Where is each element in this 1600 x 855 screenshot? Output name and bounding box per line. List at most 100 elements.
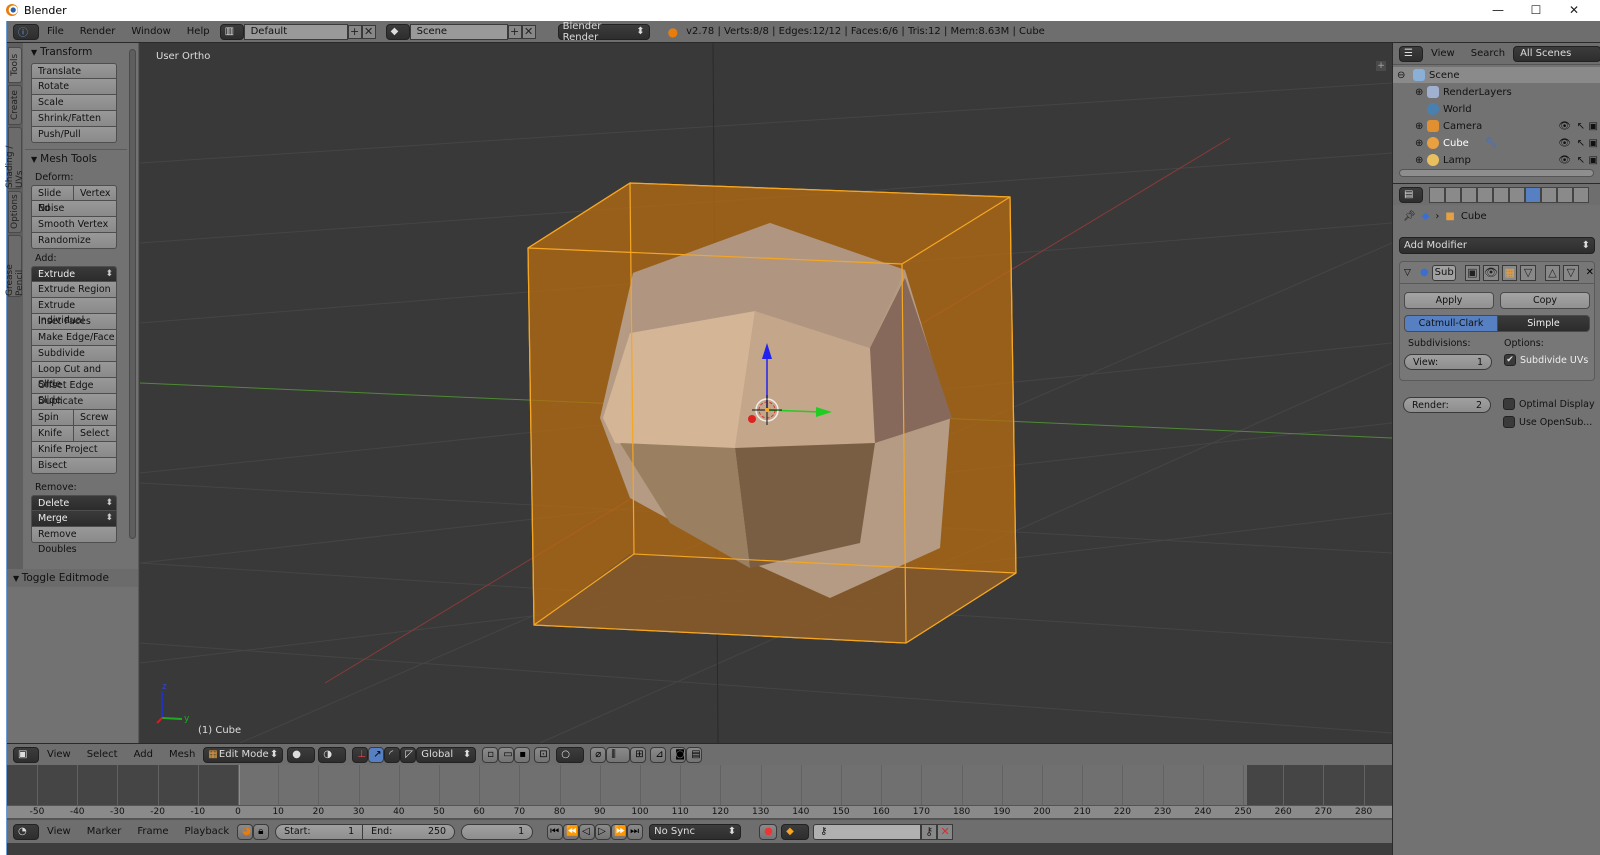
transform-orientation-dropdown[interactable]: Global ⬍ bbox=[416, 746, 477, 763]
copy-button[interactable]: Copy bbox=[1500, 292, 1590, 309]
extrude-region-button[interactable]: Extrude Region bbox=[31, 282, 117, 298]
world-tab-icon[interactable] bbox=[1477, 186, 1493, 203]
visibility-eye-icon[interactable]: 👁︎ bbox=[1558, 155, 1571, 166]
bisect-button[interactable]: Bisect bbox=[31, 458, 117, 474]
remove-doubles-button[interactable]: Remove Doubles bbox=[31, 527, 117, 555]
spin-button[interactable]: Spin bbox=[31, 410, 74, 426]
menu-view[interactable]: View bbox=[39, 749, 79, 760]
shading-dropdown[interactable]: ● bbox=[287, 746, 316, 763]
apply-button[interactable]: Apply bbox=[1404, 292, 1494, 309]
expand-icon[interactable]: ⊕ bbox=[1415, 138, 1425, 149]
collapse-icon[interactable]: ⊖ bbox=[1397, 70, 1407, 81]
add-layout-button[interactable]: + bbox=[347, 24, 362, 39]
add-modifier-dropdown[interactable]: Add Modifier ⬍ bbox=[1399, 237, 1595, 254]
outliner-item-cube[interactable]: ⊕ Cube 🔧︎ 👁︎ ↖ ▣ bbox=[1393, 135, 1600, 151]
editor-type-properties-button[interactable]: ▤ bbox=[1399, 186, 1423, 203]
menu-add[interactable]: Add bbox=[126, 749, 161, 760]
proportional-editing-dropdown[interactable]: ○ bbox=[556, 746, 585, 763]
menu-render[interactable]: Render bbox=[72, 26, 124, 37]
translate-button[interactable]: Translate bbox=[31, 63, 117, 79]
modifiers-tab-icon[interactable] bbox=[1525, 186, 1541, 203]
snap-element-dropdown[interactable]: ⫼ bbox=[606, 746, 631, 763]
selectable-cursor-icon[interactable]: ↖ bbox=[1577, 138, 1585, 149]
duplicate-button[interactable]: Duplicate bbox=[31, 394, 117, 410]
subdivide-uvs-checkbox[interactable]: ✔ Subdivide UVs bbox=[1504, 354, 1588, 366]
menu-playback[interactable]: Playback bbox=[176, 826, 237, 837]
menu-select[interactable]: Select bbox=[79, 749, 126, 760]
end-frame-field[interactable]: End: 250 bbox=[363, 823, 456, 840]
view-levels-field[interactable]: View: 1 bbox=[1404, 354, 1492, 370]
menu-timeline-view[interactable]: View bbox=[39, 826, 79, 837]
lock-frame-selection-toggle[interactable]: 🔒︎ bbox=[253, 823, 270, 840]
modifier-collapse-icon[interactable]: ▽ bbox=[1404, 268, 1411, 278]
outliner-item-camera[interactable]: ⊕ Camera 👁︎ ↖ ▣ bbox=[1393, 118, 1600, 134]
shrink-fatten-button[interactable]: Shrink/Fatten bbox=[31, 111, 117, 127]
outliner-horizontal-scrollbar[interactable] bbox=[1399, 169, 1594, 177]
mode-dropdown[interactable]: ▦ Edit Mode ⬍ bbox=[203, 746, 284, 763]
timeline-ruler[interactable]: -50 -40 -30 -20 -10 0 10 20 30 40 50 60 70 80 90 100 110… bbox=[7, 805, 1392, 819]
merge-dropdown[interactable]: Merge bbox=[31, 511, 117, 527]
realtime-toggle-icon[interactable]: 👁︎ bbox=[1483, 264, 1500, 281]
slide-edge-button[interactable]: Slide Ed bbox=[31, 185, 74, 214]
screw-button[interactable]: Screw bbox=[74, 410, 117, 426]
randomize-button[interactable]: Randomize bbox=[31, 233, 117, 249]
delete-scene-button[interactable]: ✕ bbox=[521, 24, 536, 39]
render-layers-tab-icon[interactable] bbox=[1445, 186, 1461, 203]
menu-frame[interactable]: Frame bbox=[129, 826, 176, 837]
jump-to-keyframe-prev-button[interactable]: ⏪ bbox=[563, 823, 580, 840]
delete-dropdown[interactable]: Delete bbox=[31, 495, 117, 511]
pivot-dropdown[interactable]: ◑ bbox=[318, 746, 347, 763]
face-select-mode[interactable]: ▪ bbox=[514, 746, 531, 763]
outliner-item-scene[interactable]: ⊖ Scene bbox=[1393, 67, 1600, 83]
object-tab-icon[interactable] bbox=[1493, 186, 1509, 203]
manipulator-toggle[interactable]: ⊥ bbox=[352, 746, 369, 763]
scene-selector-button[interactable]: ◆ bbox=[385, 23, 410, 40]
on-cage-toggle-icon[interactable]: ▽ bbox=[1520, 264, 1536, 281]
menu-file[interactable]: File bbox=[39, 26, 72, 37]
menu-mesh[interactable]: Mesh bbox=[161, 749, 203, 760]
add-scene-button[interactable]: + bbox=[507, 24, 522, 39]
renderable-camera-icon[interactable]: ▣ bbox=[1589, 155, 1598, 166]
move-down-icon[interactable]: ▽ bbox=[1563, 264, 1579, 281]
material-tab-icon[interactable] bbox=[1557, 186, 1573, 203]
snap-target-button[interactable]: ⊞ bbox=[630, 746, 647, 763]
render-animation-button[interactable]: ▤ bbox=[686, 746, 703, 763]
start-frame-field[interactable]: Start: 1 bbox=[275, 823, 364, 840]
keying-set-field[interactable]: ⚷ bbox=[813, 823, 922, 840]
editor-type-info-button[interactable]: ⓘ bbox=[13, 23, 39, 40]
keying-mode-dropdown[interactable]: ◆ bbox=[781, 823, 810, 840]
expand-icon[interactable]: ⊕ bbox=[1415, 87, 1425, 98]
noise-button[interactable]: Noise bbox=[31, 201, 117, 217]
selectable-cursor-icon[interactable]: ↖ bbox=[1577, 155, 1585, 166]
extrude-individual-button[interactable]: Extrude Individual bbox=[31, 298, 117, 326]
tab-create[interactable]: Create bbox=[8, 85, 22, 125]
editmode-toggle-icon[interactable]: ▦ bbox=[1502, 264, 1518, 281]
subdivide-button[interactable]: Subdivide bbox=[31, 346, 117, 362]
render-levels-field[interactable]: Render: 2 bbox=[1403, 397, 1491, 413]
renderable-camera-icon[interactable]: ▣ bbox=[1589, 121, 1598, 132]
modifier-name-field[interactable]: Sub bbox=[1431, 264, 1456, 281]
push-pull-button[interactable]: Push/Pull bbox=[31, 127, 117, 143]
outliner-item-renderlayers[interactable]: ⊕ RenderLayers bbox=[1393, 84, 1600, 100]
render-tab-icon[interactable] bbox=[1429, 186, 1445, 203]
sync-mode-dropdown[interactable]: No Sync ⬍ bbox=[649, 823, 742, 840]
catmull-clark-option[interactable]: Catmull-Clark bbox=[1404, 315, 1498, 332]
play-button[interactable]: ▷ bbox=[595, 823, 612, 840]
jump-to-start-button[interactable]: ⏮ bbox=[547, 823, 564, 840]
outliner-item-lamp[interactable]: ⊕ Lamp 👁︎ ↖ ▣ bbox=[1393, 152, 1600, 168]
menu-marker[interactable]: Marker bbox=[79, 826, 130, 837]
layout-name-field[interactable]: Default bbox=[243, 23, 348, 40]
editor-type-timeline-button[interactable]: ◔ bbox=[13, 823, 39, 840]
expand-icon[interactable]: ⊕ bbox=[1415, 121, 1425, 132]
tab-shading-uvs[interactable]: Shading / UVs bbox=[5, 127, 25, 189]
use-opensubdiv-checkbox[interactable]: Use OpenSub... bbox=[1503, 416, 1592, 428]
constraints-tab-icon[interactable] bbox=[1509, 186, 1525, 203]
menu-window[interactable]: Window bbox=[123, 26, 178, 37]
editor-type-3dview-button[interactable]: ▣ bbox=[13, 746, 39, 763]
3d-viewport[interactable]: z y User Ortho (1) Cube + bbox=[140, 43, 1392, 743]
tab-tools[interactable]: Tools bbox=[8, 47, 22, 83]
delete-keyframe-button[interactable]: ✕ bbox=[937, 823, 954, 840]
vertex-select-mode[interactable]: ▫ bbox=[482, 746, 499, 763]
close-button[interactable]: ✕ bbox=[1556, 0, 1592, 20]
render-image-button[interactable]: ◙ bbox=[670, 746, 687, 763]
